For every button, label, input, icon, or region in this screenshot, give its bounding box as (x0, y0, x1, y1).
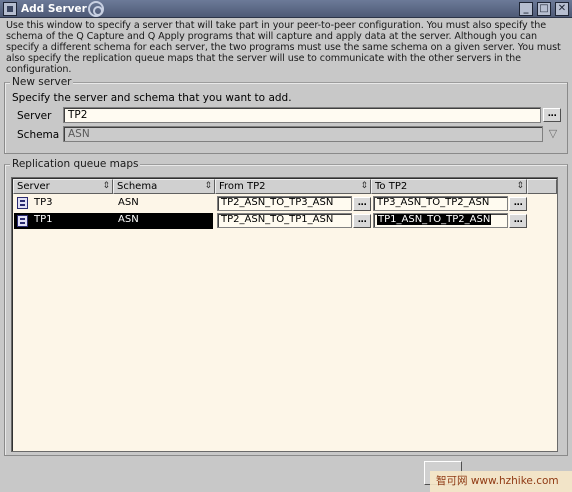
watermark: 智可网 www.hzhike.com (430, 471, 572, 492)
column-header-server[interactable]: Server ⇕ (13, 179, 113, 194)
sort-icon: ⇕ (204, 181, 212, 191)
minimize-button[interactable]: _ (519, 2, 533, 16)
column-header-from[interactable]: From TP2 ⇕ (215, 179, 371, 194)
window-menu-icon[interactable] (3, 2, 17, 16)
row-from-queue-map-field[interactable]: TP2_ASN_TO_TP3_ASN (217, 196, 352, 211)
sort-icon: ⇕ (360, 181, 368, 191)
schema-label: Schema (17, 129, 60, 141)
row-from-browse-button[interactable]: ... (353, 214, 371, 228)
row-to-browse-button[interactable]: ... (509, 214, 527, 228)
row-server-cell: TP3 (34, 197, 53, 208)
server-icon (17, 215, 28, 227)
swirl-logo-icon (88, 1, 104, 17)
row-from-queue-map-field[interactable]: TP2_ASN_TO_TP1_ASN (217, 213, 352, 228)
row-schema-cell: ASN (118, 197, 139, 208)
row-to-queue-map-field[interactable]: TP1_ASN_TO_TP2_ASN (373, 213, 508, 228)
sort-icon: ⇕ (102, 181, 110, 191)
selected-text: TP1_ASN_TO_TP2_ASN (377, 214, 492, 225)
close-button[interactable]: ✕ (555, 2, 569, 16)
queue-maps-table: Server ⇕ Schema ⇕ From TP2 ⇕ To TP2 ⇕ TP… (11, 177, 558, 452)
new-server-instruction: Specify the server and schema that you w… (12, 92, 292, 104)
intro-description: Use this window to specify a server that… (6, 20, 561, 75)
sort-icon: ⇕ (516, 181, 524, 191)
title-bar: Add Server _ □ ✕ (0, 0, 572, 18)
column-header-to[interactable]: To TP2 ⇕ (371, 179, 527, 194)
column-header-filler (527, 179, 557, 194)
server-input[interactable]: TP2 (63, 107, 541, 123)
row-server-cell: TP1 (31, 213, 113, 229)
row-to-queue-map-field[interactable]: TP3_ASN_TO_TP2_ASN (373, 196, 508, 211)
queue-maps-group-title: Replication queue maps (10, 158, 141, 170)
new-server-group-title: New server (10, 76, 74, 88)
row-schema-cell: ASN (115, 213, 213, 229)
server-browse-button[interactable]: ... (543, 108, 561, 122)
row-to-browse-button[interactable]: ... (509, 197, 527, 211)
column-header-schema[interactable]: Schema ⇕ (113, 179, 215, 194)
maximize-button[interactable]: □ (537, 2, 551, 16)
schema-combo[interactable]: ASN (63, 126, 543, 142)
row-from-browse-button[interactable]: ... (353, 197, 371, 211)
window-title: Add Server (21, 3, 87, 15)
server-icon (17, 197, 28, 209)
server-label: Server (17, 110, 52, 122)
schema-dropdown-arrow-icon[interactable]: ▽ (545, 126, 561, 142)
